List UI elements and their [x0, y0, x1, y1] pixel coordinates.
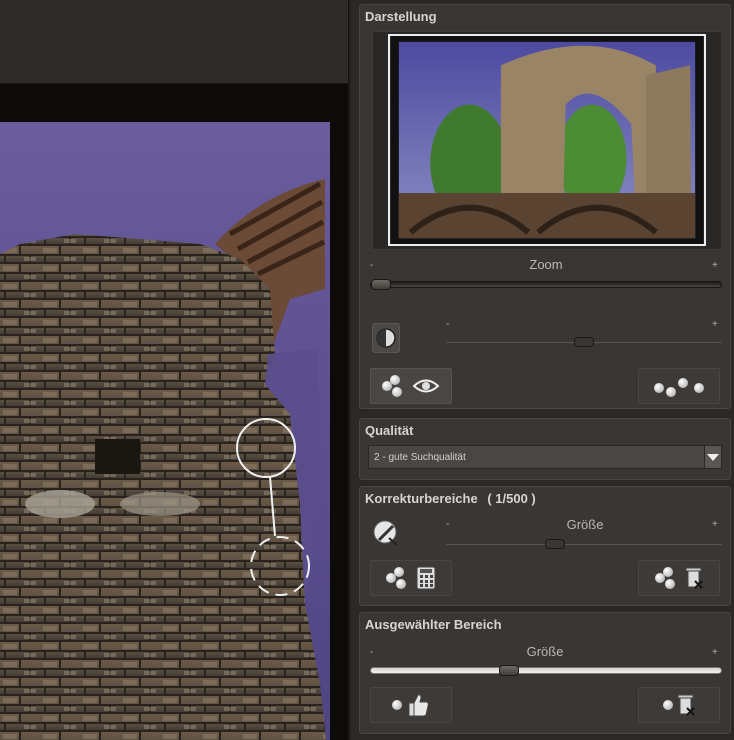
korrektur-title-text: Korrekturbereiche: [365, 491, 478, 506]
dots-icon: [655, 567, 681, 589]
image-canvas[interactable]: [0, 0, 351, 740]
brush-tool-button[interactable]: [372, 519, 400, 547]
section-darstellung: Darstellung - Zoom + - +: [359, 4, 731, 409]
section-title-ausgewaehlt: Ausgewählter Bereich: [365, 617, 502, 632]
compare-toggle-button[interactable]: [372, 323, 400, 353]
right-panel: Darstellung - Zoom + - + Qualität 2 - gu…: [357, 0, 734, 740]
brush-size-track[interactable]: [446, 544, 722, 545]
dots-icon: [386, 567, 412, 589]
confirm-area-button[interactable]: [370, 687, 452, 723]
eye-icon: [412, 379, 440, 393]
scatter-dots-icon: [652, 375, 706, 397]
brush-size-minus: -: [446, 519, 450, 530]
dot-icon: [663, 700, 673, 710]
section-ausgewaehlt: Ausgewählter Bereich - Größe +: [359, 612, 731, 734]
photo-stone-wall: [0, 179, 326, 740]
canvas-toolbar-area: [0, 0, 351, 84]
trash-icon: [685, 567, 703, 589]
hide-areas-button[interactable]: [638, 368, 720, 404]
section-title-korrektur: Korrekturbereiche ( 1/500 ): [365, 491, 536, 506]
zoom-label: Zoom: [529, 257, 563, 272]
app-window: Darstellung - Zoom + - + Qualität 2 - gu…: [0, 0, 734, 740]
compare-minus: -: [446, 319, 450, 330]
section-korrektur: Korrekturbereiche ( 1/500 ) - Größe +: [359, 486, 731, 606]
delete-all-areas-button[interactable]: [638, 560, 720, 596]
dot-icon: [392, 700, 402, 710]
area-size-thumb[interactable]: [499, 665, 519, 676]
brush-size-label: Größe: [566, 517, 604, 532]
preview-thumbnail[interactable]: [388, 34, 706, 246]
delete-area-button[interactable]: [638, 687, 720, 723]
brush-icon: [373, 520, 398, 546]
trash-icon: [677, 694, 695, 716]
area-size-minus: -: [370, 647, 374, 658]
area-size-plus: +: [712, 647, 718, 658]
korrektur-count: ( 1/500 ): [487, 491, 536, 506]
panel-splitter[interactable]: [348, 0, 351, 740]
dots-icon: [382, 375, 408, 397]
brush-size-thumb[interactable]: [545, 539, 565, 549]
calculator-icon: [416, 566, 436, 590]
compare-slider-thumb[interactable]: [574, 337, 594, 347]
calculator-areas-button[interactable]: [370, 560, 452, 596]
section-title-qualitaet: Qualität: [365, 423, 414, 438]
brush-size-plus: +: [712, 519, 718, 530]
zoom-plus: +: [712, 260, 718, 271]
thumbs-up-icon: [408, 694, 429, 717]
area-size-label: Größe: [526, 644, 564, 659]
contrast-icon: [376, 328, 396, 348]
show-areas-button[interactable]: [370, 368, 452, 404]
quality-dropdown-arrow[interactable]: [704, 445, 722, 469]
zoom-slider-thumb[interactable]: [371, 279, 391, 290]
section-title-darstellung: Darstellung: [365, 9, 437, 24]
zoom-slider-track[interactable]: [370, 281, 722, 288]
quality-select[interactable]: 2 - gute Suchqualität: [368, 445, 716, 469]
section-qualitaet: Qualität 2 - gute Suchqualität: [359, 418, 731, 480]
area-size-track[interactable]: [370, 667, 722, 674]
compare-plus: +: [712, 319, 718, 330]
chevron-down-icon: [707, 453, 719, 461]
preview-frame[interactable]: [372, 31, 722, 250]
